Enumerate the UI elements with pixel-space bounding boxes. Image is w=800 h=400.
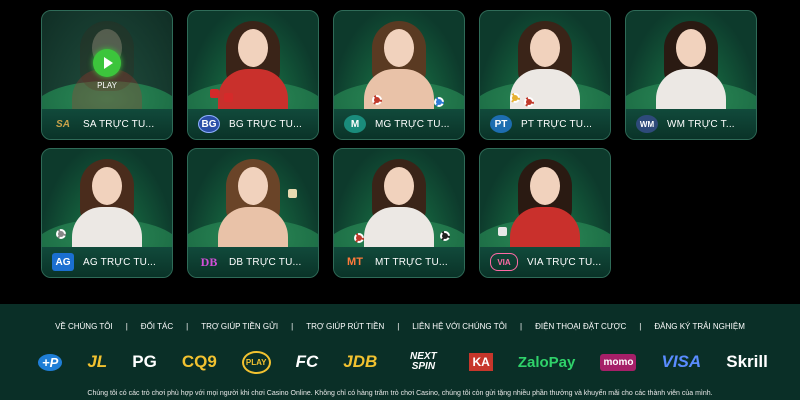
mg-logo-icon: M	[344, 115, 366, 133]
provider-image	[188, 149, 318, 249]
provider-name: MT TRỰC TU...	[375, 256, 448, 268]
provider-grid: PLAY SA SA TRỰC TU... BG BG TRỰC TU... M…	[0, 0, 800, 304]
provider-image	[42, 149, 172, 249]
provider-name: MG TRỰC TU...	[375, 118, 450, 130]
provider-name: DB TRỰC TU...	[229, 256, 302, 268]
provider-card-wm[interactable]: WM WM TRỰC T...	[625, 10, 757, 140]
ag-logo-icon: AG	[52, 253, 74, 271]
provider-card-ag[interactable]: AG AG TRỰC TU...	[41, 148, 173, 278]
footer-link-deposit-help[interactable]: TRỢ GIÚP TIỀN GỬI	[201, 322, 278, 331]
partner-logo-ka: KA	[469, 353, 493, 371]
partner-logo-jdb: JDB	[343, 352, 378, 371]
footer-link-partners[interactable]: ĐỐI TÁC	[141, 322, 173, 331]
bg-logo-icon: BG	[198, 115, 220, 133]
provider-card-via[interactable]: VIA VIA TRỰC TU...	[479, 148, 611, 278]
partner-logo-cq9: CQ9	[181, 352, 217, 371]
footer-link-phone-betting[interactable]: ĐIỆN THOẠI ĐẶT CƯỢC	[535, 322, 626, 331]
sa-logo-icon: SA	[56, 118, 70, 130]
footer-separator: |	[125, 322, 128, 331]
wm-logo-icon: WM	[636, 115, 658, 133]
provider-card-mt[interactable]: MT MT TRỰC TU...	[333, 148, 465, 278]
footer-separator: |	[520, 322, 523, 331]
provider-name: SA TRỰC TU...	[83, 118, 155, 130]
db-logo-icon: DB	[200, 254, 218, 269]
footer-link-about[interactable]: VỀ CHÚNG TÔI	[55, 322, 113, 331]
footer-nav: VỀ CHÚNG TÔI | ĐỐI TÁC | TRỢ GIÚP TIỀN G…	[0, 322, 800, 331]
partner-logo-pg: PG	[132, 352, 157, 371]
pt-logo-icon: PT	[490, 115, 512, 133]
partner-logo-skrill: Skrill	[726, 352, 768, 371]
play-label: PLAY	[97, 81, 117, 90]
provider-card-mg[interactable]: M MG TRỰC TU...	[333, 10, 465, 140]
partner-logo-fc: FC	[295, 352, 319, 371]
provider-image: PLAY	[42, 11, 172, 111]
partner-logo-zalopay: ZaloPay	[517, 353, 576, 371]
partner-logos: +P JL PG CQ9 PLAY FC JDB NEXT SPIN KA Za…	[38, 349, 768, 375]
play-icon[interactable]	[93, 49, 121, 77]
provider-image	[188, 11, 318, 111]
provider-name: BG TRỰC TU...	[229, 118, 303, 130]
footer-link-withdraw-help[interactable]: TRỢ GIÚP RÚT TIỀN	[306, 322, 384, 331]
mt-logo-icon: MT	[347, 256, 363, 268]
partner-logo-visa: VISA	[661, 352, 702, 371]
footer-disclaimer: Chúng tôi có các trò chơi phù hợp với mọ…	[87, 390, 713, 397]
footer-separator: |	[397, 322, 400, 331]
provider-card-pt[interactable]: PT PT TRỰC TU...	[479, 10, 611, 140]
partner-logo-nextspin: NEXT SPIN	[410, 351, 437, 372]
provider-image	[480, 149, 610, 249]
provider-image	[334, 11, 464, 111]
partner-logo-play: PLAY	[241, 350, 271, 374]
footer-separator: |	[291, 322, 294, 331]
footer: VỀ CHÚNG TÔI | ĐỐI TÁC | TRỢ GIÚP TIỀN G…	[0, 304, 800, 400]
page: PLAY SA SA TRỰC TU... BG BG TRỰC TU... M…	[0, 0, 800, 400]
footer-link-contact[interactable]: LIÊN HỆ VỚI CHÚNG TÔI	[412, 322, 507, 331]
provider-name: AG TRỰC TU...	[83, 256, 157, 268]
footer-separator: |	[639, 322, 642, 331]
provider-name: VIA TRỰC TU...	[527, 256, 602, 268]
via-logo-icon: VIA	[490, 253, 518, 271]
provider-card-db[interactable]: DB DB TRỰC TU...	[187, 148, 319, 278]
provider-image	[480, 11, 610, 111]
partner-logo-plus-p: +P	[38, 353, 63, 371]
provider-card-bg[interactable]: BG BG TRỰC TU...	[187, 10, 319, 140]
provider-name: WM TRỰC T...	[667, 118, 735, 130]
provider-image	[626, 11, 756, 111]
provider-card-sa[interactable]: PLAY SA SA TRỰC TU...	[41, 10, 173, 140]
partner-logo-jl: JL	[87, 352, 108, 371]
partner-logo-momo: momo	[600, 353, 637, 371]
provider-image	[334, 149, 464, 249]
provider-name: PT TRỰC TU...	[521, 118, 593, 130]
footer-link-register[interactable]: ĐĂNG KÝ TRẢI NGHIỆM	[654, 322, 745, 331]
footer-separator: |	[186, 322, 189, 331]
